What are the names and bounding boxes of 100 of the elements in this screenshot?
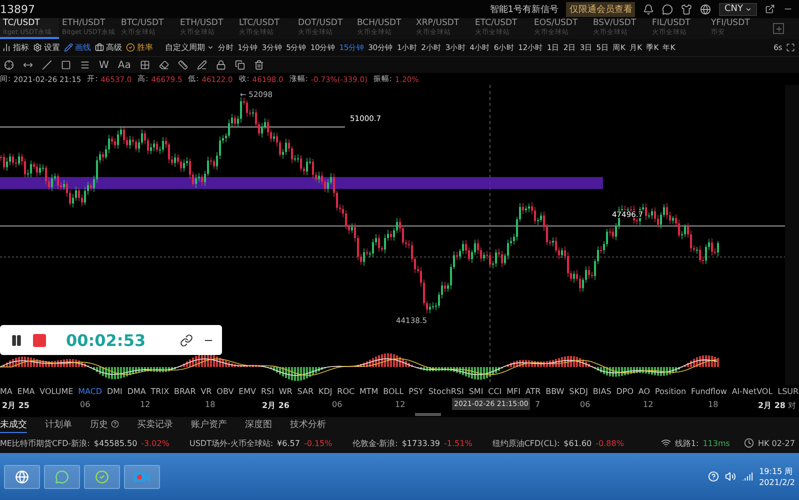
text-tool[interactable]: W bbox=[99, 60, 109, 70]
indicator-tab[interactable]: Fundflow bbox=[691, 387, 727, 396]
ticker-change: -3.02% bbox=[141, 438, 170, 448]
period-dropdown[interactable]: 自定义周期 bbox=[165, 42, 214, 53]
link-icon[interactable] bbox=[180, 334, 193, 346]
stop-button[interactable] bbox=[33, 334, 46, 346]
check-circle-icon bbox=[126, 43, 135, 52]
bottom-tab[interactable]: 历史 bbox=[90, 418, 119, 432]
ticker-price: $1733.39 bbox=[402, 438, 440, 448]
indicator-tab[interactable]: SMI bbox=[468, 387, 484, 396]
trend-line-tool-icon[interactable] bbox=[42, 60, 52, 70]
pair-name: BTC/USDT bbox=[121, 18, 165, 28]
taskbar-app-button[interactable] bbox=[4, 464, 40, 488]
indicator-tab[interactable]: RSI bbox=[260, 387, 274, 396]
ruler-tool-icon[interactable] bbox=[178, 60, 188, 70]
indicator-tab[interactable]: PSY bbox=[408, 387, 424, 396]
eraser-tool-icon[interactable] bbox=[158, 60, 169, 70]
pair-name: FIL/USDT bbox=[652, 18, 692, 28]
check-circle-icon bbox=[95, 470, 109, 484]
bottom-tab[interactable]: 深度图 bbox=[245, 418, 272, 432]
indicator-tab[interactable]: EMA bbox=[17, 387, 35, 396]
chevron-down-icon bbox=[745, 6, 752, 12]
currency-dropdown[interactable]: CNY bbox=[719, 2, 757, 16]
ticker-price: $45585.50 bbox=[94, 438, 138, 448]
pair-name: ETH/USDT bbox=[180, 18, 224, 28]
rectangle-tool-icon[interactable] bbox=[61, 60, 71, 70]
indicator-tab[interactable]: LSUR bbox=[778, 387, 799, 396]
indicator-tab[interactable]: KDJ bbox=[318, 387, 332, 396]
clock-icon bbox=[744, 438, 754, 448]
member-link[interactable]: 仅限通会员查看 bbox=[566, 2, 636, 16]
chat-icon[interactable] bbox=[662, 4, 674, 14]
signal-icon[interactable] bbox=[742, 471, 754, 482]
grid-tool-icon[interactable] bbox=[140, 60, 150, 70]
pause-icon[interactable] bbox=[10, 334, 23, 346]
fullscreen-icon[interactable] bbox=[786, 43, 795, 52]
pair-name: YFI/USDT bbox=[711, 18, 751, 28]
indicator-tab[interactable]: DMA bbox=[127, 387, 146, 396]
indicator-tab[interactable]: DPO bbox=[616, 387, 634, 396]
indicator-tab[interactable]: VOLUME bbox=[40, 387, 74, 396]
indicator-tab[interactable]: EMV bbox=[238, 387, 256, 396]
indicator-tab[interactable]: OBV bbox=[216, 387, 234, 396]
delete-icon[interactable] bbox=[254, 60, 264, 70]
toolbar-button[interactable]: 设置 bbox=[33, 42, 60, 53]
indicator-tab[interactable]: Position bbox=[654, 387, 686, 396]
bell-icon[interactable] bbox=[643, 4, 654, 14]
indicator-tab[interactable]: AI-NetVOL bbox=[732, 387, 773, 396]
taskbar-date: 2021/2/2 bbox=[759, 476, 795, 488]
indicator-tab[interactable]: CCI bbox=[488, 387, 502, 396]
indicator-tab[interactable]: AO bbox=[638, 387, 650, 396]
indicator-tab[interactable]: ROC bbox=[337, 387, 355, 396]
bottom-tab[interactable]: 账户资产 bbox=[191, 418, 227, 432]
indicator-tab[interactable]: WR bbox=[278, 387, 292, 396]
external-window-icon[interactable] bbox=[765, 4, 775, 14]
indicator-tab[interactable]: MTM bbox=[360, 387, 378, 396]
indicator-tab[interactable]: TRIX bbox=[150, 387, 170, 396]
toolbar-button[interactable]: 胜率 bbox=[126, 42, 153, 53]
indicator-tab[interactable]: MACD bbox=[78, 387, 102, 396]
latency-value: 113ms bbox=[702, 438, 730, 448]
indicator-tab[interactable]: VR bbox=[200, 387, 212, 396]
volume-icon[interactable] bbox=[725, 471, 736, 482]
indicator-tab[interactable]: BOLL bbox=[383, 387, 404, 396]
copy-icon[interactable] bbox=[234, 60, 245, 70]
toolbar-button[interactable]: 高级 bbox=[95, 42, 122, 53]
bottom-tab[interactable]: 买卖记录 bbox=[137, 418, 173, 432]
ticker-name: 纽约原油CFD(CL): bbox=[492, 438, 560, 448]
bottom-tab[interactable]: 计划单 bbox=[45, 418, 72, 432]
ticker-change: -0.88% bbox=[596, 438, 624, 448]
help-icon[interactable] bbox=[708, 471, 720, 482]
indicator-tab[interactable]: MFI bbox=[506, 387, 520, 396]
toolbar-button[interactable]: 画线 bbox=[64, 42, 91, 53]
taskbar-app-button[interactable] bbox=[44, 464, 80, 488]
wifi-icon bbox=[660, 438, 671, 448]
time-axis-label: 12 bbox=[140, 400, 150, 409]
settings-icon bbox=[33, 43, 42, 52]
indicator-tab[interactable]: BIAS bbox=[592, 387, 612, 396]
horizontal-line-tool-icon[interactable] bbox=[23, 60, 33, 70]
scrollbar-thumb[interactable] bbox=[415, 413, 441, 416]
briefcase-icon bbox=[95, 43, 104, 52]
indicator-tab[interactable]: BRAR bbox=[174, 387, 196, 396]
indicator-tab[interactable]: SKDJ bbox=[569, 387, 588, 396]
lock-icon[interactable] bbox=[216, 60, 226, 70]
ticker-change: -0.15% bbox=[304, 438, 332, 448]
toolbar-button[interactable]: 指标 bbox=[2, 42, 29, 53]
globe-icon[interactable] bbox=[700, 4, 712, 14]
pair-name: ETH/USDT bbox=[62, 18, 106, 28]
indicator-tab[interactable]: StochRSI bbox=[428, 387, 464, 396]
lines-tool-icon[interactable] bbox=[80, 60, 90, 70]
indicator-tab[interactable]: MA bbox=[0, 387, 12, 396]
text-tool[interactable]: Aa bbox=[118, 60, 131, 70]
add-tab-button[interactable] bbox=[773, 23, 784, 34]
pencil-icon bbox=[64, 43, 73, 52]
pen-tool-icon[interactable] bbox=[196, 60, 207, 70]
shirt-icon[interactable] bbox=[681, 4, 692, 14]
bottom-tab[interactable]: 技术分析 bbox=[290, 418, 326, 432]
indicator-tab[interactable]: SAR bbox=[297, 387, 314, 396]
indicator-tab[interactable]: ATR bbox=[525, 387, 541, 396]
indicator-tab[interactable]: BBW bbox=[546, 387, 564, 396]
taskbar-app-button[interactable] bbox=[84, 464, 120, 488]
indicator-tab[interactable]: DMI bbox=[106, 387, 122, 396]
crosshair-tool-icon[interactable] bbox=[4, 60, 14, 70]
